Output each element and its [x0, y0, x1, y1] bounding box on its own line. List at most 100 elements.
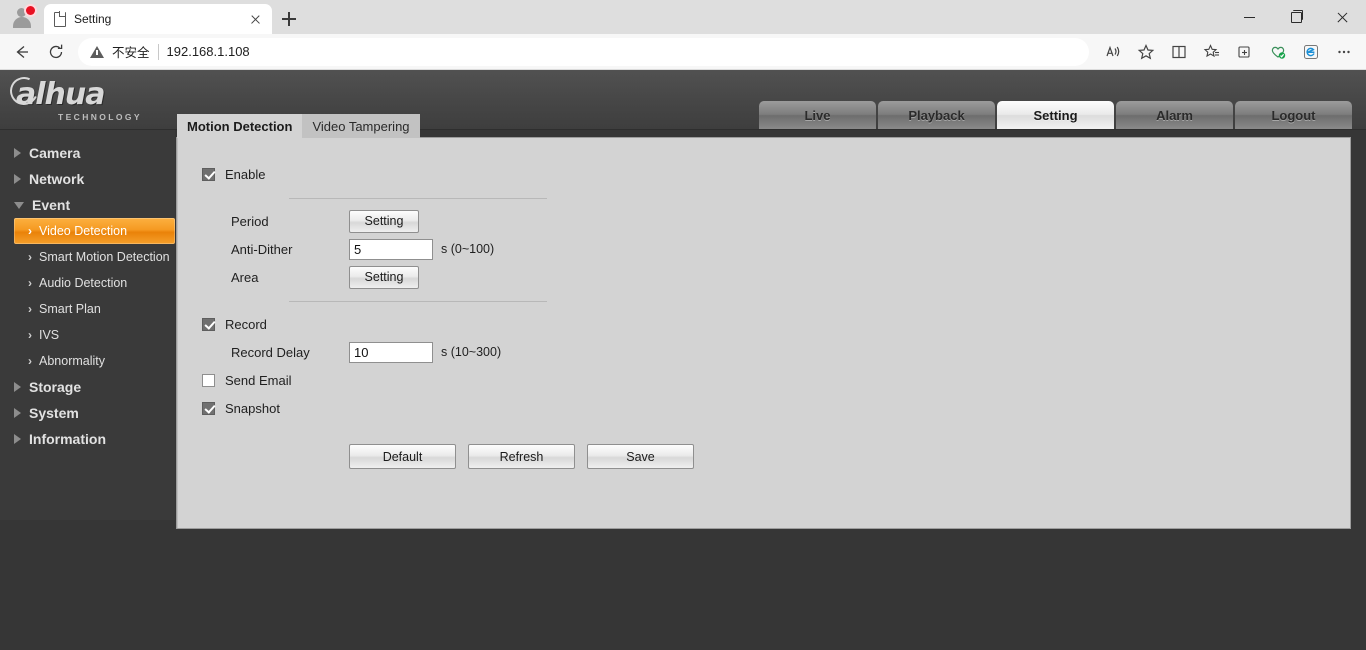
enable-label: Enable: [225, 166, 266, 182]
main-nav-tabs: Live Playback Setting Alarm Logout: [759, 101, 1352, 129]
sidebar-item-audio-detection[interactable]: › Audio Detection: [14, 270, 175, 296]
close-icon[interactable]: [1320, 0, 1366, 34]
sidebar-item-label: System: [29, 405, 79, 421]
chevron-right-icon: [14, 148, 21, 158]
anti-dither-hint: s (0~100): [441, 242, 495, 256]
sidebar-item-system[interactable]: System: [0, 400, 175, 426]
send-email-label: Send Email: [225, 372, 292, 388]
record-row: Record: [202, 310, 1350, 338]
browser-tab-title: Setting: [74, 12, 112, 26]
record-delay-row: Record Delay s (10~300): [231, 338, 1350, 366]
nav-tab-alarm[interactable]: Alarm: [1116, 101, 1233, 129]
read-aloud-icon[interactable]: [1097, 37, 1129, 67]
record-delay-input[interactable]: [349, 341, 433, 363]
area-setting-button[interactable]: Setting: [349, 265, 419, 289]
browser-tab[interactable]: Setting: [44, 4, 272, 34]
avatar-icon: [12, 6, 35, 28]
settings-more-icon[interactable]: [1328, 37, 1360, 67]
sidebar-item-information[interactable]: Information: [0, 426, 175, 452]
sidebar-item-label: Network: [29, 171, 85, 187]
minimize-icon[interactable]: [1228, 0, 1274, 34]
content-tab-strip: Motion Detection Video Tampering: [177, 114, 420, 138]
nav-tab-playback[interactable]: Playback: [878, 101, 995, 129]
security-status-text: 不安全: [112, 46, 150, 60]
area-label: Area: [231, 269, 259, 285]
sidebar-item-label: Abnormality: [39, 354, 105, 368]
sidebar-item-camera[interactable]: Camera: [0, 140, 175, 166]
sidebar-item-label: Storage: [29, 379, 82, 395]
nav-tab-setting[interactable]: Setting: [997, 101, 1114, 129]
logo-subtitle: TECHNOLOGY: [58, 112, 142, 122]
area-row: Area Setting: [231, 263, 1350, 291]
nav-tab-logout[interactable]: Logout: [1235, 101, 1352, 129]
sidebar-item-network[interactable]: Network: [0, 166, 175, 192]
sidebar-item-label: Smart Motion Detection: [39, 250, 170, 264]
sidebar-item-label: Camera: [29, 145, 81, 161]
anti-dither-row: Anti-Dither s (0~100): [231, 235, 1350, 263]
sidebar-item-ivs[interactable]: › IVS: [14, 322, 175, 348]
reload-icon[interactable]: [40, 37, 72, 67]
sidebar-item-event[interactable]: Event: [0, 192, 175, 218]
sidebar-item-label: Video Detection: [39, 224, 128, 238]
record-checkbox[interactable]: [202, 317, 215, 331]
close-icon[interactable]: [246, 10, 264, 28]
form-divider: [289, 198, 547, 199]
send-email-checkbox[interactable]: [202, 373, 215, 387]
chevron-down-icon: [14, 201, 24, 209]
record-label: Record: [225, 316, 267, 332]
content-panel: Motion Detection Video Tampering Enable …: [177, 114, 1350, 528]
tab-motion-detection[interactable]: Motion Detection: [177, 114, 303, 138]
address-bar[interactable]: 不安全 192.168.1.108: [78, 37, 1089, 66]
record-delay-label: Record Delay: [231, 344, 310, 360]
tab-video-tampering[interactable]: Video Tampering: [302, 114, 420, 138]
sidebar-item-label: IVS: [39, 328, 60, 342]
sidebar-item-label: Smart Plan: [39, 302, 101, 316]
profile-button[interactable]: [0, 0, 44, 34]
chevron-right-icon: [14, 174, 21, 184]
page-icon: [52, 11, 66, 27]
dahua-logo: alhua TECHNOLOGY: [6, 73, 142, 122]
chevron-right-icon: ›: [28, 250, 32, 264]
sidebar-item-abnormality[interactable]: › Abnormality: [14, 348, 175, 374]
chevron-right-icon: ›: [28, 302, 32, 316]
snapshot-label: Snapshot: [225, 400, 280, 416]
plus-icon[interactable]: [272, 4, 306, 34]
collections-add-icon[interactable]: [1229, 37, 1261, 67]
period-setting-button[interactable]: Setting: [349, 209, 419, 233]
save-button[interactable]: Save: [587, 444, 694, 469]
send-email-row: Send Email: [202, 366, 1350, 394]
chevron-right-icon: [14, 434, 21, 444]
enable-row: Enable: [202, 160, 1350, 188]
back-arrow-icon[interactable]: [6, 37, 38, 67]
anti-dither-input[interactable]: [349, 238, 433, 260]
ie-mode-icon[interactable]: [1295, 37, 1327, 67]
browser-essentials-icon[interactable]: [1262, 37, 1294, 67]
browser-nav-bar: 不安全 192.168.1.108: [0, 34, 1366, 70]
window-controls: [1228, 0, 1366, 34]
form-divider: [289, 301, 547, 302]
split-screen-icon[interactable]: [1163, 37, 1195, 67]
enable-checkbox[interactable]: [202, 167, 215, 181]
anti-dither-label: Anti-Dither: [231, 241, 293, 257]
sidebar-item-video-detection[interactable]: › Video Detection: [14, 218, 175, 244]
warning-triangle-icon: [90, 45, 104, 58]
record-delay-hint: s (10~300): [441, 345, 502, 359]
sidebar-item-storage[interactable]: Storage: [0, 374, 175, 400]
refresh-button[interactable]: Refresh: [468, 444, 575, 469]
favorites-list-icon[interactable]: [1196, 37, 1228, 67]
maximize-icon[interactable]: [1274, 0, 1320, 34]
snapshot-checkbox[interactable]: [202, 401, 215, 415]
period-label: Period: [231, 213, 269, 229]
snapshot-row: Snapshot: [202, 394, 1350, 422]
nav-tab-live[interactable]: Live: [759, 101, 876, 129]
omnibox-divider: [157, 43, 159, 60]
motion-detection-form: Enable Period Setting Anti-Dither s (0~1…: [178, 138, 1350, 469]
favorite-star-icon[interactable]: [1130, 37, 1162, 67]
sidebar-item-smart-plan[interactable]: › Smart Plan: [14, 296, 175, 322]
sidebar-item-smart-motion-detection[interactable]: › Smart Motion Detection: [14, 244, 175, 270]
sidebar-item-label: Event: [32, 197, 71, 213]
default-button[interactable]: Default: [349, 444, 456, 469]
chevron-right-icon: ›: [28, 328, 32, 342]
period-row: Period Setting: [231, 207, 1350, 235]
dahua-web-ui: alhua TECHNOLOGY Live Playback Setting A…: [0, 70, 1366, 650]
